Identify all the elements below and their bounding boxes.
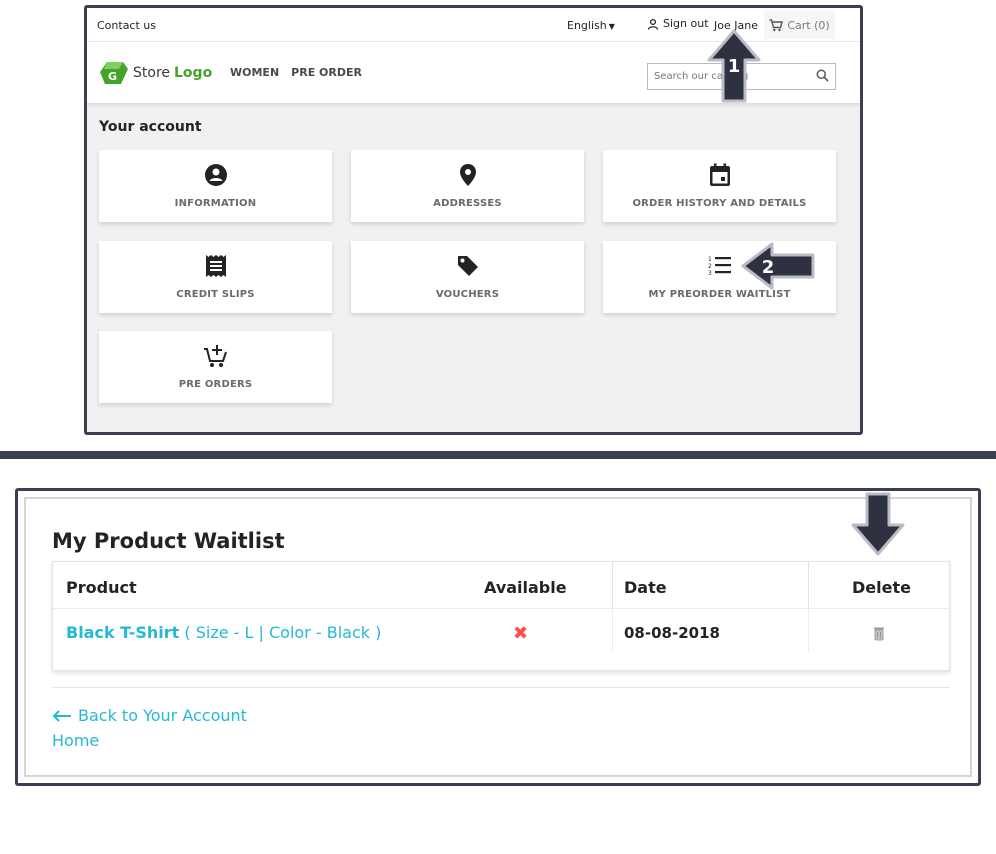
nav-women[interactable]: WOMEN (230, 66, 279, 79)
search-icon[interactable] (816, 69, 829, 82)
tile-label: ORDER HISTORY AND DETAILS (632, 198, 807, 209)
waitlist-content: My Product Waitlist Product Available Da… (24, 497, 972, 777)
calendar-icon (709, 162, 731, 188)
logo-icon: G (100, 62, 128, 84)
waitlist-table: Product Available Date Delete Black T-Sh… (52, 561, 950, 671)
annotation-arrow-left-icon: 2 (741, 242, 815, 290)
section-divider (0, 451, 996, 459)
tile-label: VOUCHERS (435, 289, 500, 300)
logo-text-logo: Logo (174, 65, 213, 81)
numbered-list-icon: 123 (708, 253, 732, 279)
annotation-number-1: 1 (728, 56, 741, 77)
tile-credit-slips[interactable]: CREDIT SLIPS (99, 241, 332, 313)
contact-us-link[interactable]: Contact us (97, 19, 156, 32)
tag-icon (456, 253, 480, 279)
tile-addresses[interactable]: ADDRESSES (351, 150, 584, 222)
add-cart-icon (203, 343, 229, 369)
product-link[interactable]: Black T-Shirt ( Size - L | Color - Black… (66, 623, 381, 642)
tile-vouchers[interactable]: VOUCHERS (351, 241, 584, 313)
logo-text-store: Store (133, 65, 171, 81)
waitlist-page-screenshot: My Product Waitlist Product Available Da… (15, 488, 981, 786)
tile-label: PRE ORDERS (178, 379, 253, 390)
user-icon (647, 18, 659, 30)
product-variant: ( Size - L | Color - Black ) (184, 623, 382, 642)
back-link-label: Back to Your Account (78, 706, 247, 725)
tile-pre-orders[interactable]: PRE ORDERS (99, 331, 332, 403)
annotation-number-2: 2 (762, 257, 775, 278)
arrow-left-icon (52, 709, 71, 722)
sign-out-link[interactable]: Sign out (647, 17, 709, 30)
main-nav: WOMEN PRE ORDER (230, 66, 362, 79)
header-available: Available (484, 578, 567, 597)
tile-label: INFORMATION (174, 198, 257, 209)
sign-out-label: Sign out (663, 17, 709, 30)
nav-pre-order[interactable]: PRE ORDER (291, 66, 362, 79)
home-link[interactable]: Home (52, 731, 99, 750)
cart-label: Cart (0) (787, 18, 830, 32)
language-selector[interactable]: English ▼ (567, 19, 615, 32)
waitlist-title: My Product Waitlist (52, 529, 285, 553)
footer-separator (52, 687, 950, 688)
column-divider (808, 562, 809, 608)
svg-text:G: G (108, 70, 117, 83)
cart-button[interactable]: Cart (0) (764, 11, 835, 39)
header-date: Date (624, 578, 667, 597)
back-to-account-link[interactable]: Back to Your Account (52, 706, 247, 725)
trash-icon[interactable] (873, 626, 885, 641)
column-divider (808, 608, 809, 652)
tile-label: CREDIT SLIPS (176, 289, 255, 300)
column-divider (612, 562, 613, 608)
tile-label: ADDRESSES (433, 198, 502, 209)
caret-down-icon: ▼ (608, 22, 615, 31)
language-label: English (567, 19, 607, 32)
tile-information[interactable]: INFORMATION (99, 150, 332, 222)
unavailable-icon: ✖ (513, 623, 529, 644)
header-delete: Delete (852, 578, 911, 597)
svg-text:1: 1 (708, 256, 712, 263)
svg-text:3: 3 (708, 270, 712, 277)
annotation-arrow-down-icon (851, 492, 905, 556)
annotation-arrow-up-icon: 1 (707, 29, 761, 103)
column-divider (612, 608, 613, 652)
waitlist-date: 08-08-2018 (624, 624, 720, 642)
location-pin-icon (458, 162, 478, 188)
svg-text:2: 2 (708, 263, 712, 270)
store-logo[interactable]: G Store Logo (99, 60, 212, 86)
page-title: Your account (99, 119, 202, 135)
receipt-icon (205, 253, 227, 279)
row-divider (53, 608, 949, 609)
account-circle-icon (204, 162, 228, 188)
tile-order-history[interactable]: ORDER HISTORY AND DETAILS (603, 150, 836, 222)
product-name: Black T-Shirt (66, 623, 180, 642)
header-product: Product (66, 578, 137, 597)
cart-icon (769, 18, 784, 31)
